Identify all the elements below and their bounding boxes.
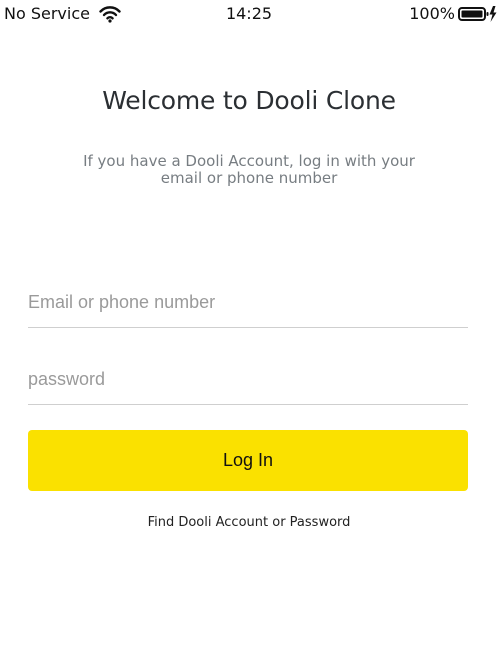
find-account-link[interactable]: Find Dooli Account or Password — [0, 515, 498, 530]
email-field-container — [28, 279, 468, 328]
battery-charging-icon — [458, 5, 498, 23]
status-bar: No Service 14:25 100% — [0, 0, 498, 28]
password-input[interactable] — [28, 369, 468, 390]
page-title: Welcome to Dooli Clone — [102, 86, 396, 115]
login-button[interactable]: Log In — [28, 430, 468, 491]
status-right: 100% — [409, 4, 498, 23]
email-input[interactable] — [28, 292, 468, 313]
page-subtitle: If you have a Dooli Account, log in with… — [83, 152, 415, 187]
password-field-container — [28, 356, 468, 405]
battery-percent: 100% — [409, 4, 455, 23]
